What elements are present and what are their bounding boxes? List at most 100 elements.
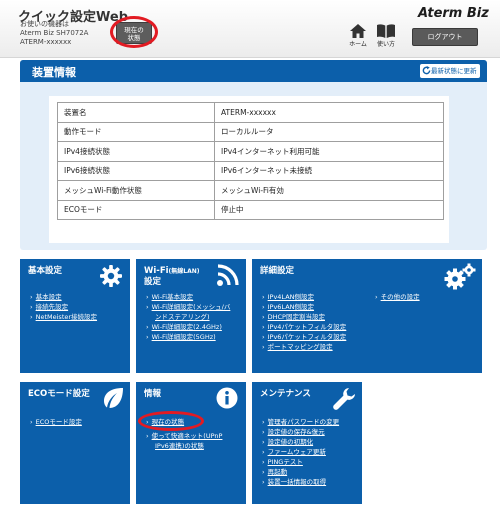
table-row: IPv4接続状態 IPv4インターネット利用可能	[57, 141, 444, 162]
home-icon	[350, 24, 366, 38]
tile-title: 基本設定	[28, 266, 63, 276]
table-row: 動作モード ローカルルータ	[57, 121, 444, 142]
link-wifi-mesh-cont[interactable]: ンドステアリング)	[155, 313, 210, 321]
list-item[interactable]: 管理者パスワードの変更	[262, 417, 340, 427]
logout-button[interactable]: ログアウト	[412, 28, 478, 46]
list-item[interactable]: ECOモード設定	[30, 417, 82, 427]
link-ipv4-filter[interactable]: IPv4パケットフィルタ設定	[268, 323, 347, 331]
list-item[interactable]: その他の設定	[375, 292, 420, 302]
link-wifi-24ghz[interactable]: Wi-Fi詳細設定(2.4GHz)	[152, 323, 222, 331]
tile-basic-settings: 基本設定 基本設定 接続先設定 NetMeister接続設定	[20, 259, 130, 373]
link-basic-settings[interactable]: 基本設定	[36, 293, 62, 301]
link-device-info-export[interactable]: 装置一括情報の取得	[268, 478, 327, 486]
row-value: 停止中	[214, 199, 444, 220]
refresh-button[interactable]: 最新状態に更新	[420, 64, 480, 78]
status-button-line2: 状態	[127, 34, 141, 42]
link-wifi-mesh[interactable]: Wi-Fi詳細設定(メッシュ/バ	[152, 303, 231, 311]
link-current-status[interactable]: 現在の状態	[152, 418, 185, 426]
row-label: ECOモード	[57, 199, 215, 220]
wifi-title-small: (無線LAN)	[168, 268, 200, 275]
row-value: ATERM-xxxxxx	[214, 102, 444, 123]
home-button[interactable]: ホーム	[343, 24, 373, 54]
link-ping-test[interactable]: PINGテスト	[268, 458, 303, 466]
list-item[interactable]: DHCP固定割当設定	[262, 312, 346, 322]
table-row: IPv6接続状態 IPv6インターネット未接続	[57, 160, 444, 181]
list-item[interactable]: NetMeister接続設定	[30, 312, 97, 322]
list-item[interactable]: Wi-Fi詳細設定(5GHz)	[146, 332, 230, 342]
row-label: IPv4接続状態	[57, 141, 215, 162]
list-item[interactable]: Wi-Fi詳細設定(メッシュ/バ	[146, 302, 231, 312]
link-factory-reset[interactable]: 設定値の初期化	[268, 438, 314, 446]
link-firmware-update[interactable]: ファームウェア更新	[268, 448, 326, 456]
list-item[interactable]: ファームウェア更新	[262, 447, 339, 457]
link-ipv6-lan[interactable]: IPv6LAN側設定	[268, 303, 314, 311]
leaf-icon	[104, 388, 123, 408]
tile-information: 情報 現在の状態 使って快適ネット(UPnP IPv6連携)の状態	[136, 382, 246, 504]
device-caption: お使いの機器は	[20, 20, 69, 28]
device-info-table: 装置名 ATERM-xxxxxx 動作モード ローカルルータ IPv4接続状態 IPv…	[57, 102, 444, 220]
list-item[interactable]: IPv6連携)の状態	[146, 441, 222, 451]
refresh-label: 最新状態に更新	[431, 67, 477, 75]
detail-settings-links-right: その他の設定	[375, 292, 420, 302]
tile-title: 情報	[144, 389, 162, 399]
guide-button[interactable]: 使い方	[371, 24, 401, 54]
list-item[interactable]: IPv6LAN側設定	[262, 302, 346, 312]
list-item[interactable]: Wi-Fi基本設定	[146, 292, 230, 302]
link-upnp-status-cont[interactable]: IPv6連携)の状態	[155, 442, 204, 450]
info-icon	[216, 387, 238, 409]
tile-title: Wi-Fi(無線LAN) 設定	[144, 266, 200, 288]
list-item[interactable]: PINGテスト	[262, 457, 339, 467]
list-item[interactable]: ンドステアリング)	[146, 312, 230, 322]
wrench-icon	[333, 388, 355, 410]
link-dhcp-fixed[interactable]: DHCP固定割当設定	[268, 313, 325, 321]
link-admin-password[interactable]: 管理者パスワードの変更	[268, 418, 340, 426]
list-item[interactable]: IPv4パケットフィルタ設定	[262, 322, 347, 332]
maintenance-links: 管理者パスワードの変更 設定値の保存&復元 設定値の初期化 ファームウェア更新 …	[262, 417, 340, 487]
status-button-line1: 現在の	[124, 26, 144, 34]
list-item[interactable]: Wi-Fi詳細設定(2.4GHz)	[146, 322, 230, 332]
list-item[interactable]: 設定値の保存&復元	[262, 427, 339, 437]
row-value: メッシュWi-Fi有効	[214, 180, 444, 201]
link-wifi-basic[interactable]: Wi-Fi基本設定	[152, 293, 194, 301]
row-label: メッシュWi-Fi動作状態	[57, 180, 215, 201]
list-item[interactable]: 装置一括情報の取得	[262, 477, 339, 487]
list-item[interactable]: 現在の状態	[146, 417, 222, 427]
device-info-title: 装置情報	[32, 66, 76, 79]
list-item[interactable]: 基本設定	[30, 292, 97, 302]
link-other-settings[interactable]: その他の設定	[381, 293, 420, 301]
link-ipv6-filter[interactable]: IPv6パケットフィルタ設定	[268, 333, 347, 341]
link-netmeister-settings[interactable]: NetMeister接続設定	[36, 313, 97, 321]
list-item[interactable]: 設定値の初期化	[262, 437, 339, 447]
device-info-body: 装置名 ATERM-xxxxxx 動作モード ローカルルータ IPv4接続状態 IPv…	[49, 96, 449, 243]
tile-title: メンテナンス	[260, 389, 311, 399]
link-wifi-5ghz[interactable]: Wi-Fi詳細設定(5GHz)	[152, 333, 216, 341]
device-info-panel: 装置情報 最新状態に更新 装置名 ATERM-xxxxxx 動作モード ローカルルー…	[20, 60, 487, 250]
row-label: IPv6接続状態	[57, 160, 215, 181]
information-links: 現在の状態 使って快適ネット(UPnP IPv6連携)の状態	[146, 417, 223, 451]
tile-title: 詳細設定	[260, 266, 295, 276]
link-connection-settings[interactable]: 接続先設定	[36, 303, 69, 311]
device-model: Aterm Biz SH7072A	[20, 29, 89, 37]
gear-icon	[100, 265, 122, 287]
link-save-restore[interactable]: 設定値の保存&復元	[268, 428, 325, 436]
table-row: 装置名 ATERM-xxxxxx	[57, 102, 444, 123]
list-item[interactable]: IPv6パケットフィルタ設定	[262, 332, 347, 342]
row-value: IPv4インターネット利用可能	[214, 141, 444, 162]
guide-label: 使い方	[376, 41, 395, 48]
table-row: メッシュWi-Fi動作状態 メッシュWi-Fi有効	[57, 180, 444, 201]
link-upnp-status[interactable]: 使って快適ネット(UPnP	[152, 432, 223, 440]
list-item[interactable]: ポートマッピング設定	[262, 342, 346, 352]
book-icon	[377, 24, 395, 38]
link-ipv4-lan[interactable]: IPv4LAN側設定	[268, 293, 314, 301]
link-port-mapping[interactable]: ポートマッピング設定	[268, 343, 333, 351]
device-name: ATERM-xxxxxx	[20, 38, 72, 46]
list-item[interactable]: 接続先設定	[30, 302, 97, 312]
list-item[interactable]: IPv4LAN側設定	[262, 292, 346, 302]
link-eco-mode[interactable]: ECOモード設定	[36, 418, 82, 426]
tile-wifi-settings: Wi-Fi(無線LAN) 設定 Wi-Fi基本設定 Wi-Fi詳細設定(メッシュ…	[136, 259, 246, 373]
list-item[interactable]: 再起動	[262, 467, 339, 477]
list-item[interactable]: 使って快適ネット(UPnP	[146, 431, 223, 441]
current-status-button[interactable]: 現在の 状態	[116, 22, 152, 44]
link-reboot[interactable]: 再起動	[268, 468, 288, 476]
detail-settings-links: IPv4LAN側設定 IPv6LAN側設定 DHCP固定割当設定 IPv4パケッ…	[262, 292, 347, 352]
